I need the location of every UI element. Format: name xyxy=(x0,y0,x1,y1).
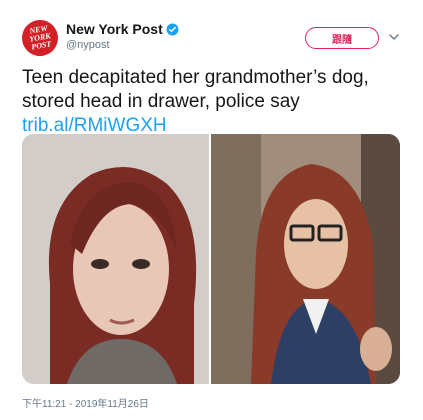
tweet-text-line-2: stored head in drawer, police say xyxy=(22,91,300,112)
follow-button[interactable]: 跟隨 xyxy=(305,27,379,49)
photo-right-illustration xyxy=(211,134,400,384)
photo-left-illustration xyxy=(22,134,209,384)
photo-right[interactable] xyxy=(211,134,400,384)
avatar-text-3: POST xyxy=(30,39,52,52)
photo-left[interactable] xyxy=(22,134,209,384)
avatar[interactable]: NEW YORK POST xyxy=(19,17,61,59)
account-handle[interactable]: @nypost xyxy=(66,39,179,51)
tweet-text: Teen decapitated her grandmother’s dog, … xyxy=(22,66,412,138)
tweet-text-line-1: Teen decapitated her grandmother’s dog, xyxy=(22,67,369,88)
account-info: New York Post @nypost xyxy=(66,21,179,51)
chevron-down-icon[interactable] xyxy=(388,31,400,43)
tweet-media[interactable] xyxy=(22,134,400,384)
tweet-header: NEW YORK POST New York Post @nypost 跟隨 xyxy=(0,0,423,60)
verified-badge-icon xyxy=(166,23,179,35)
account-name[interactable]: New York Post xyxy=(66,21,163,37)
account-name-row[interactable]: New York Post xyxy=(66,21,179,37)
tweet-timestamp[interactable]: 下午11:21 - 2019年11月26日 xyxy=(22,395,149,410)
